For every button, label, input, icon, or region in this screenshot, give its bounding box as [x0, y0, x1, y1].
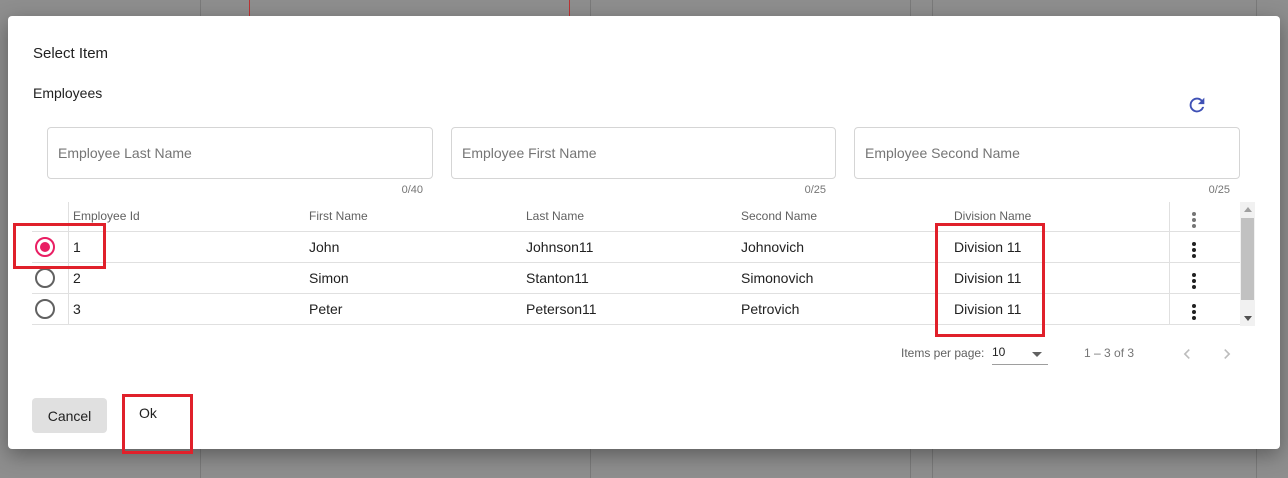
more-vert-icon[interactable]	[1188, 304, 1200, 324]
row-select-radio[interactable]	[35, 268, 55, 288]
employee-first-name-field	[451, 127, 836, 179]
page-size-select[interactable]: 10	[992, 343, 1048, 365]
employee-last-name-input[interactable]	[58, 142, 422, 164]
cell-last-name: Johnson11	[526, 239, 594, 255]
page-range-label: 1 – 3 of 3	[1084, 346, 1135, 360]
row-divider	[32, 293, 1240, 294]
employee-first-name-input[interactable]	[462, 142, 825, 164]
scroll-thumb[interactable]	[1241, 218, 1254, 300]
select-item-dialog: Select Item Employees 0/40 0/25 0/25 Emp…	[8, 16, 1280, 454]
column-header-first-name[interactable]: First Name	[309, 209, 368, 223]
cell-first-name: Simon	[309, 270, 349, 286]
caret-down-icon	[1032, 352, 1042, 357]
row-select-radio[interactable]	[35, 299, 55, 319]
chevron-right-icon[interactable]	[1217, 344, 1237, 364]
section-title: Employees	[33, 85, 103, 101]
cell-employee-id: 2	[73, 270, 81, 286]
ok-button[interactable]: Ok	[124, 394, 191, 449]
refresh-icon[interactable]	[1186, 94, 1208, 116]
scroll-down-icon[interactable]	[1244, 316, 1252, 321]
more-vert-icon[interactable]	[1188, 242, 1200, 262]
cell-second-name: Petrovich	[741, 301, 800, 317]
cell-last-name: Stanton11	[526, 270, 589, 286]
column-menu-icon[interactable]	[1188, 212, 1200, 232]
background-divider	[569, 0, 570, 16]
column-header-division-name[interactable]: Division Name	[954, 209, 1031, 223]
employee-second-name-input[interactable]	[865, 142, 1229, 164]
more-vert-icon[interactable]	[1188, 273, 1200, 293]
row-divider	[32, 262, 1240, 263]
background-divider	[249, 0, 250, 16]
employee-second-name-field	[854, 127, 1240, 179]
scroll-up-icon[interactable]	[1244, 207, 1252, 212]
chevron-left-icon[interactable]	[1177, 344, 1197, 364]
page-size-value: 10	[992, 345, 1006, 359]
column-divider	[68, 202, 69, 324]
column-header-employee-id[interactable]: Employee Id	[73, 209, 140, 223]
employee-last-name-field	[47, 127, 433, 179]
cell-first-name: John	[309, 239, 340, 255]
row-select-radio[interactable]	[35, 237, 55, 257]
cell-division-name: Division 11	[954, 239, 1022, 255]
char-counter: 0/40	[401, 184, 423, 196]
cell-employee-id: 3	[73, 301, 81, 317]
char-counter: 0/25	[804, 184, 826, 196]
cancel-button[interactable]: Cancel	[32, 398, 107, 433]
cell-division-name: Division 11	[954, 270, 1022, 286]
char-counter: 0/25	[1208, 184, 1230, 196]
cell-first-name: Peter	[309, 301, 343, 317]
cell-second-name: Johnovich	[741, 239, 805, 255]
row-divider	[32, 324, 1240, 325]
row-divider	[32, 231, 1240, 232]
cell-second-name: Simonovich	[741, 270, 814, 286]
column-header-second-name[interactable]: Second Name	[741, 209, 817, 223]
column-divider	[1169, 202, 1170, 324]
items-per-page-label: Items per page:	[901, 346, 985, 360]
table-scrollbar[interactable]	[1240, 202, 1255, 326]
cell-division-name: Division 11	[954, 301, 1022, 317]
cell-employee-id: 1	[73, 239, 81, 255]
dialog-title: Select Item	[33, 45, 109, 62]
cell-last-name: Peterson11	[526, 301, 597, 317]
column-header-last-name[interactable]: Last Name	[526, 209, 584, 223]
